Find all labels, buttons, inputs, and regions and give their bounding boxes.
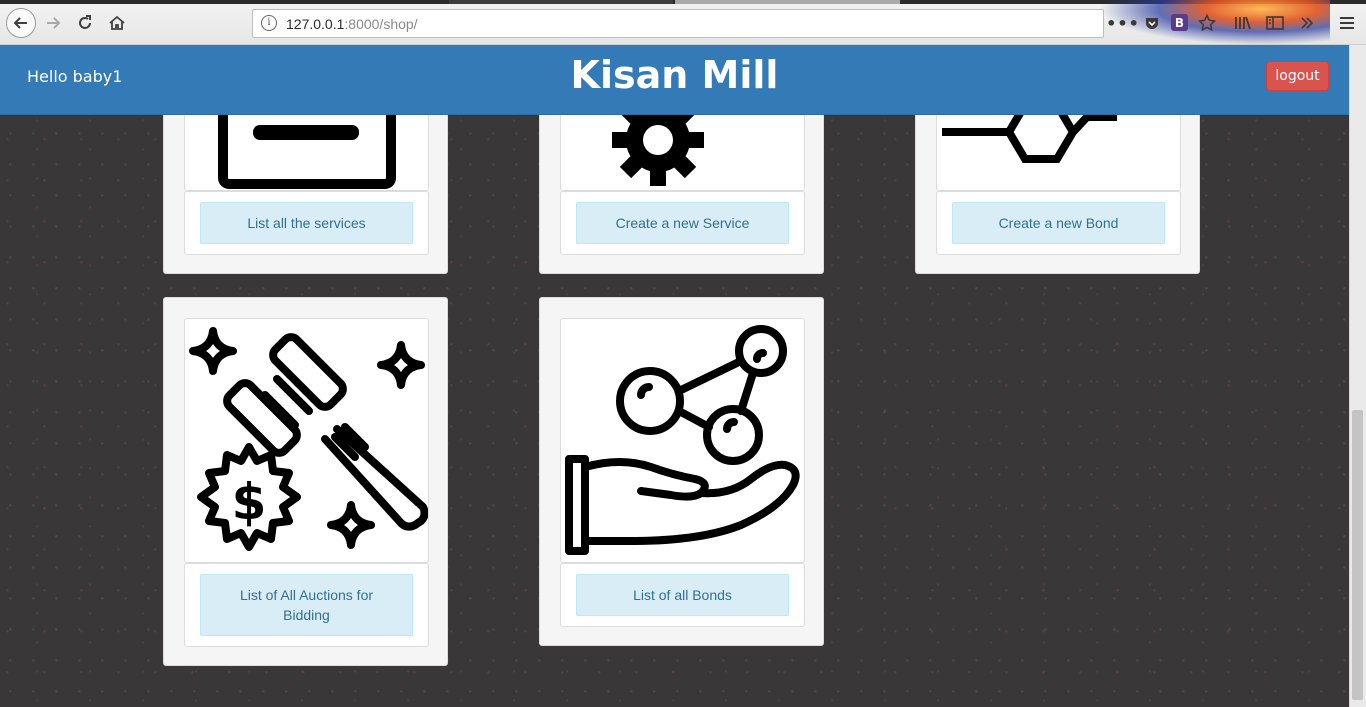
site-info-icon[interactable]: i (261, 15, 277, 31)
site-navbar: Hello baby1 Kisan Mill logout (0, 45, 1349, 115)
hand-molecule-icon (565, 325, 800, 555)
hamburger-menu-icon[interactable] (1338, 14, 1356, 32)
brand-title[interactable]: Kisan Mill (0, 53, 1349, 97)
tab-active[interactable] (675, 0, 900, 4)
home-icon[interactable] (104, 10, 130, 36)
forward-arrow-icon[interactable] (40, 10, 66, 36)
tab-inactive[interactable] (449, 0, 673, 4)
back-arrow-icon[interactable] (6, 8, 36, 38)
list-services-button[interactable]: List all the services (200, 202, 413, 244)
card-image: $ (184, 318, 429, 563)
sidebar-icon[interactable] (1266, 14, 1284, 32)
url-path: :8000/shop/ (344, 16, 418, 32)
library-icon[interactable] (1234, 14, 1252, 32)
card-image (560, 318, 805, 563)
scrollbar-thumb[interactable] (1352, 410, 1363, 700)
auction-gavel-icon: $ (189, 327, 428, 551)
list-bonds-button[interactable]: List of all Bonds (576, 574, 789, 616)
card-button-box: List all the services (184, 191, 429, 255)
card-button-box: Create a new Service (560, 191, 805, 255)
card-button-box: List of All Auctions for Bidding (184, 563, 429, 647)
pocket-icon[interactable] (1143, 14, 1161, 32)
url-bar[interactable]: i 127.0.0.1:8000/shop/ (252, 9, 1104, 38)
reload-icon[interactable] (72, 10, 98, 36)
page-actions-icon[interactable]: ••• (1106, 14, 1139, 33)
logout-button[interactable]: logout (1266, 61, 1329, 91)
url-host: 127.0.0.1 (286, 16, 345, 32)
card-button-box: List of all Bonds (560, 563, 805, 627)
card-button-box: Create a new Bond (936, 191, 1181, 255)
list-auctions-button[interactable]: List of All Auctions for Bidding (200, 574, 413, 636)
card-auctions: $ List of All Auctions for Bidding (163, 297, 448, 666)
create-bond-button[interactable]: Create a new Bond (952, 202, 1165, 244)
bookmark-star-icon[interactable] (1198, 14, 1216, 32)
overflow-chevron-icon[interactable] (1298, 14, 1316, 32)
svg-text:$: $ (232, 473, 267, 531)
browser-toolbar: i 127.0.0.1:8000/shop/ ••• B (0, 0, 1366, 45)
extension-b-icon[interactable]: B (1171, 14, 1188, 31)
card-list-bonds: List of all Bonds (539, 297, 824, 646)
create-service-button[interactable]: Create a new Service (576, 202, 789, 244)
url-text[interactable]: 127.0.0.1:8000/shop/ (286, 16, 418, 32)
